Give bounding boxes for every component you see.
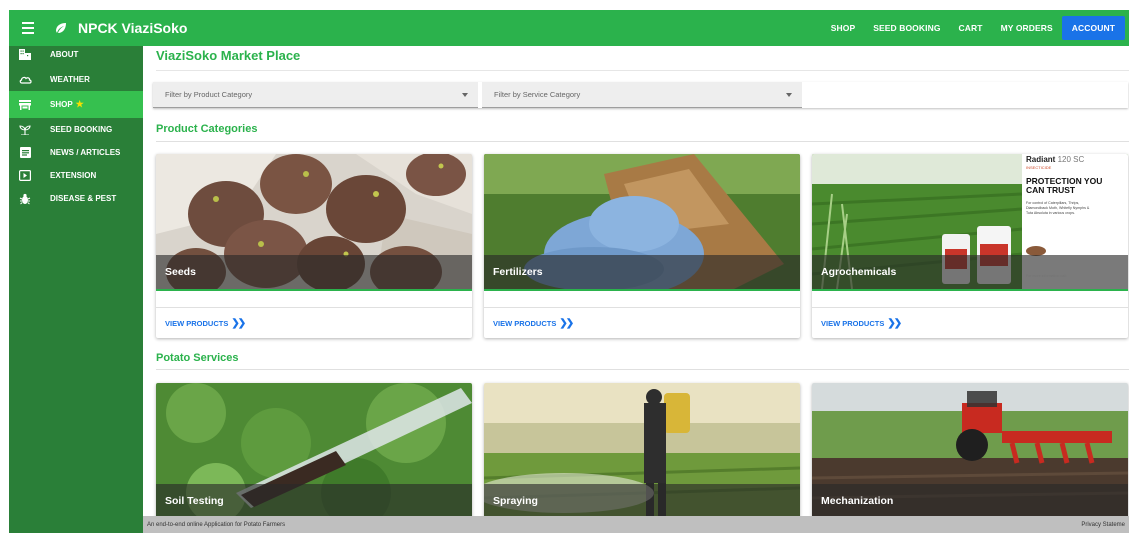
article-icon: [18, 146, 32, 160]
chevron-down-icon: [786, 93, 792, 97]
double-chevron-right-icon: ❯❯: [887, 317, 902, 329]
divider: [156, 70, 1129, 71]
ad-body-3: Tuta Absoluta in various crops.: [1026, 211, 1076, 215]
privacy-statement-link[interactable]: Privacy Stateme: [1081, 522, 1125, 528]
nav-cart-button[interactable]: CART: [950, 16, 992, 40]
sidebar-item-label: EXTENSION: [50, 171, 97, 180]
service-category-filter[interactable]: Filter by Service Category: [482, 82, 802, 108]
store-icon: [18, 98, 32, 112]
product-category-filter[interactable]: Filter by Product Category: [153, 82, 478, 108]
sprout-icon: [18, 123, 32, 137]
view-products-button[interactable]: VIEW PRODUCTS ❯❯: [812, 308, 1128, 338]
service-card-mechanization[interactable]: Mechanization: [812, 383, 1128, 516]
card-caption: Mechanization: [812, 484, 1128, 516]
ad-variant: 120 SC: [1057, 155, 1085, 164]
sidebar-item-disease-pest[interactable]: DISEASE & PEST: [9, 187, 143, 210]
filter-placeholder: Filter by Product Category: [165, 90, 253, 99]
card-spacer: [484, 291, 800, 308]
page-title: ViaziSoko Market Place: [156, 48, 301, 63]
sidebar-item-seed-booking[interactable]: SEED BOOKING: [9, 118, 143, 141]
mechanization-image: Mechanization: [812, 383, 1128, 516]
card-spacer: [156, 291, 472, 308]
sidebar: ABOUT WEATHER SHOP ★ SEED BOOKING NEWS /…: [9, 46, 143, 533]
card-caption: Soil Testing: [156, 484, 472, 516]
product-card-agrochemicals[interactable]: Radiant 120 SC INSECTICIDE PROTECTION YO…: [812, 154, 1128, 338]
divider: [156, 369, 1129, 370]
double-chevron-right-icon: ❯❯: [231, 317, 246, 329]
brand[interactable]: NPCK ViaziSoko: [55, 20, 187, 36]
sidebar-item-label: SEED BOOKING: [50, 125, 113, 134]
sidebar-item-label: DISEASE & PEST: [50, 194, 117, 203]
product-card-fertilizers[interactable]: Fertilizers VIEW PRODUCTS ❯❯: [484, 154, 800, 338]
sidebar-item-shop[interactable]: SHOP ★: [9, 91, 143, 118]
action-label: VIEW PRODUCTS: [165, 318, 229, 328]
section-title-services: Potato Services: [156, 352, 239, 364]
service-card-spraying[interactable]: Spraying: [484, 383, 800, 516]
view-products-button[interactable]: VIEW PRODUCTS ❯❯: [156, 308, 472, 338]
sidebar-item-label: WEATHER: [50, 75, 90, 84]
double-chevron-right-icon: ❯❯: [559, 317, 574, 329]
app-window: NPCK ViaziSoko SHOP SEED BOOKING CART MY…: [0, 0, 1129, 533]
footer-tagline: An end-to-end online Application for Pot…: [147, 521, 286, 528]
fertilizers-image: Fertilizers: [484, 154, 800, 289]
star-icon: ★: [75, 99, 84, 109]
cloud-icon: [18, 73, 32, 87]
sidebar-item-weather[interactable]: WEATHER: [9, 68, 143, 91]
view-products-button[interactable]: VIEW PRODUCTS ❯❯: [484, 308, 800, 338]
nav-seed-booking-button[interactable]: SEED BOOKING: [864, 16, 949, 40]
card-caption: Fertilizers: [484, 255, 800, 289]
sidebar-item-about[interactable]: ABOUT: [9, 46, 143, 62]
action-label: VIEW PRODUCTS: [821, 318, 885, 328]
card-caption: Seeds: [156, 255, 472, 289]
sidebar-item-label: ABOUT: [50, 49, 79, 59]
footer: An end-to-end online Application for Pot…: [143, 516, 1129, 533]
ad-brand: Radiant: [1026, 155, 1056, 164]
service-card-soil-testing[interactable]: Soil Testing: [156, 383, 472, 516]
divider: [156, 141, 1129, 142]
action-label: VIEW PRODUCTS: [493, 318, 557, 328]
bug-icon: [18, 192, 32, 206]
product-card-seeds[interactable]: Seeds VIEW PRODUCTS ❯❯: [156, 154, 472, 338]
top-nav: SHOP SEED BOOKING CART MY ORDERS ACCOUNT: [822, 10, 1129, 46]
video-icon: [18, 169, 32, 183]
ad-type: INSECTICIDE: [1026, 165, 1052, 170]
section-title-products: Product Categories: [156, 123, 258, 135]
nav-account-button[interactable]: ACCOUNT: [1061, 16, 1125, 40]
sidebar-item-extension[interactable]: EXTENSION: [9, 164, 143, 187]
sidebar-item-label: NEWS / ARTICLES: [50, 148, 121, 157]
spraying-image: Spraying: [484, 383, 800, 516]
leaf-icon: [56, 23, 66, 33]
filter-bar: Filter by Product Category Filter by Ser…: [153, 82, 1128, 108]
top-app-bar: NPCK ViaziSoko SHOP SEED BOOKING CART MY…: [9, 10, 1129, 46]
card-caption: Agrochemicals: [812, 255, 1128, 289]
filter-placeholder: Filter by Service Category: [494, 90, 581, 99]
seeds-image: Seeds: [156, 154, 472, 289]
menu-icon[interactable]: [13, 10, 43, 46]
nav-my-orders-button[interactable]: MY ORDERS: [992, 16, 1062, 40]
sidebar-item-label: SHOP: [50, 100, 73, 109]
ad-headline-2: CAN TRUST: [1026, 185, 1076, 195]
card-spacer: [812, 291, 1128, 308]
card-caption: Spraying: [484, 484, 800, 516]
agrochemicals-image: Radiant 120 SC INSECTICIDE PROTECTION YO…: [812, 154, 1128, 289]
sidebar-item-news-articles[interactable]: NEWS / ARTICLES: [9, 141, 143, 164]
chevron-down-icon: [462, 93, 468, 97]
main-content: ViaziSoko Market Place Filter by Product…: [143, 46, 1129, 516]
nav-shop-button[interactable]: SHOP: [822, 16, 865, 40]
soil-testing-image: Soil Testing: [156, 383, 472, 516]
building-icon: [18, 47, 32, 61]
app-title: NPCK ViaziSoko: [78, 20, 188, 36]
